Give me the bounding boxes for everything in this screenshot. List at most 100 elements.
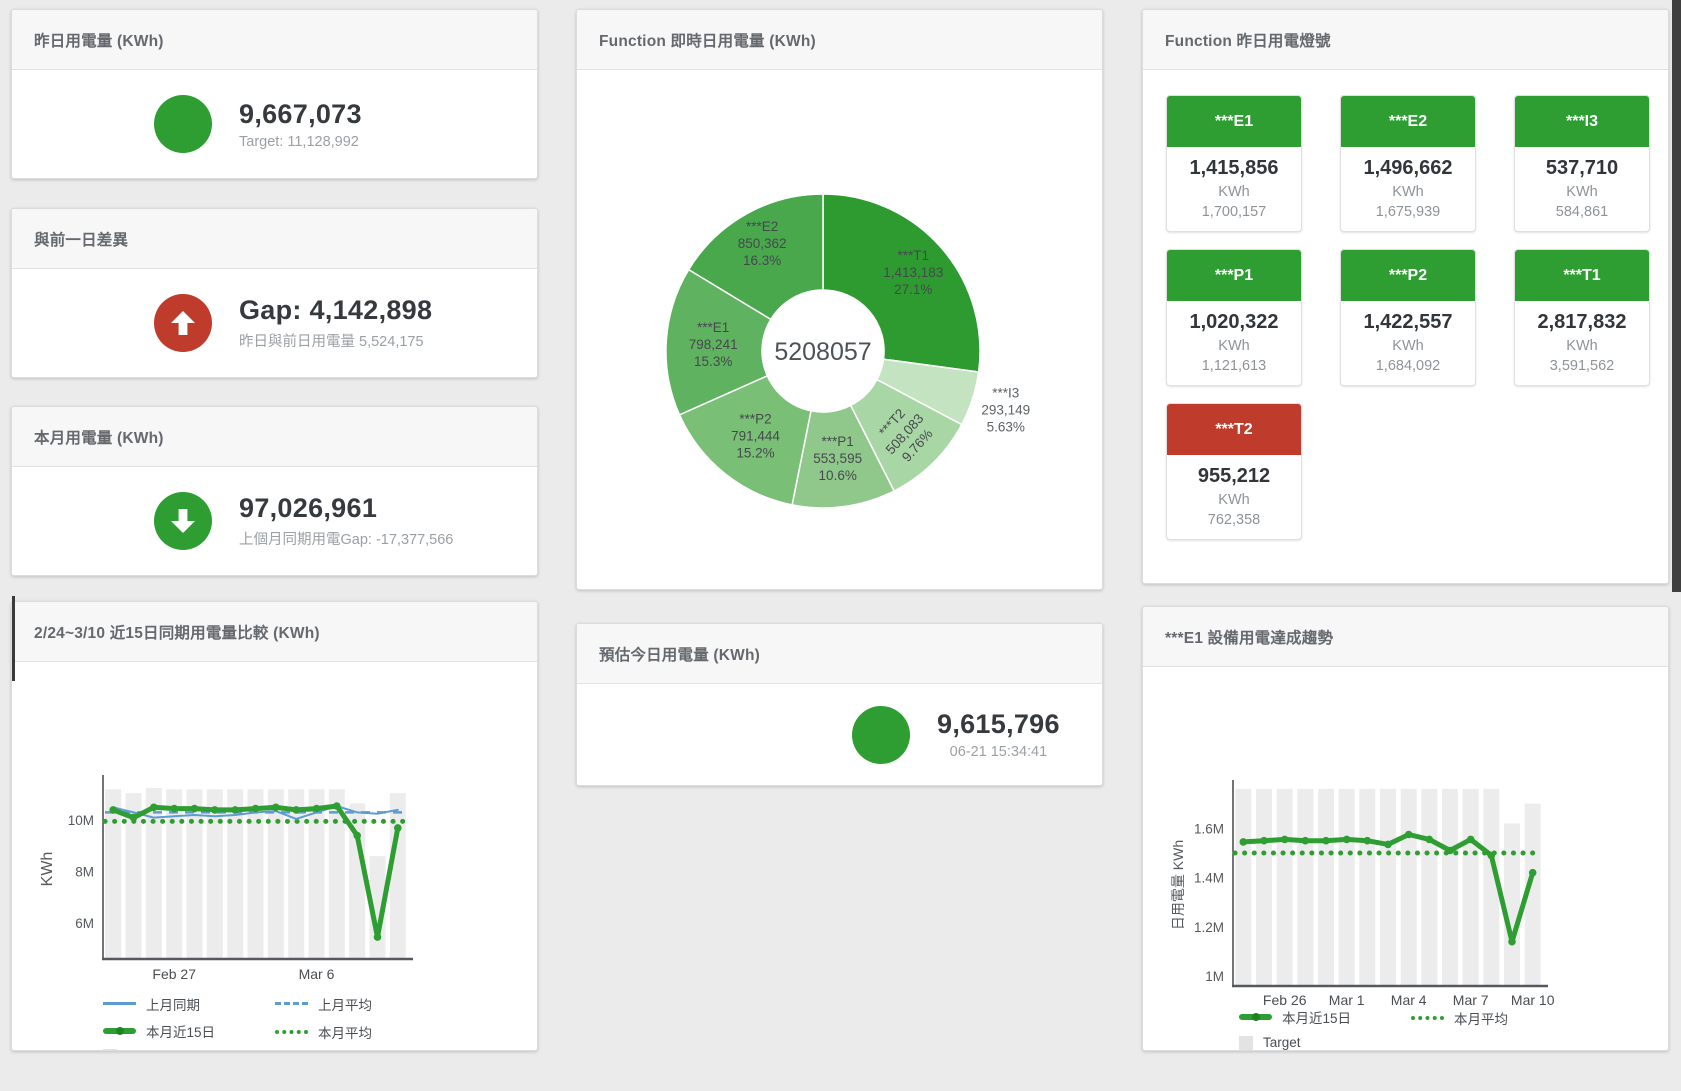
status-circle-green	[852, 706, 910, 764]
light-tile-value: 1,496,662	[1345, 157, 1471, 180]
e1-trend-legend: 本月近15日 本月平均 Target	[1239, 1007, 1583, 1050]
legend-swatch-green-thick	[103, 1028, 136, 1034]
legend-item[interactable]: 上月同期	[103, 994, 275, 1014]
x-tick-label: Feb 26	[1263, 992, 1307, 1008]
y-tick-label: 1.6M	[1194, 821, 1224, 836]
panel-yesterday-lights: Function 昨日用電燈號 ***E11,415,856KWh1,700,1…	[1142, 9, 1669, 584]
yesterday-usage-target: Target: 11,128,992	[239, 134, 362, 150]
yesterday-usage-value: 9,667,073	[239, 99, 362, 130]
compare-chart-legend: 上月同期 上月平均本月近15日 本月平均 Target	[103, 992, 447, 1050]
light-tile-T2[interactable]: ***T2955,212KWh762,358	[1166, 403, 1302, 540]
panel-title: 昨日用電量 (KWh)	[34, 29, 164, 51]
light-tile-target: 1,684,092	[1345, 358, 1471, 374]
x-tick-label: Feb 27	[152, 966, 196, 982]
legend-swatch-green-thick	[1239, 1014, 1272, 1020]
x-tick-label: Mar 7	[1453, 992, 1489, 1008]
light-tile-P1[interactable]: ***P11,020,322KWh1,121,613	[1166, 249, 1302, 386]
panel-month-usage: 本月用電量 (KWh) 97,026,961 上個月同期用電Gap: -17,3…	[11, 406, 538, 576]
light-tile-I3[interactable]: ***I3537,710KWh584,861	[1514, 95, 1650, 232]
light-tile-target: 1,121,613	[1171, 358, 1297, 374]
panel-header: 2/24~3/10 近15日同期用電量比較 (KWh)	[12, 602, 537, 662]
panel-title: Function 昨日用電燈號	[1165, 29, 1331, 51]
panel-header: 昨日用電量 (KWh)	[12, 10, 537, 70]
light-tile-name: ***T2	[1167, 404, 1301, 455]
panel-header: 預估今日用電量 (KWh)	[577, 624, 1102, 684]
legend-item[interactable]: 本月平均	[1411, 1008, 1583, 1028]
y-tick-label: 1.2M	[1194, 920, 1224, 935]
month-usage-value: 97,026,961	[239, 493, 453, 524]
panel-e1-trend-chart: ***E1 設備用電達成趨勢 1M1.2M1.4M1.6M日用電量 KWhFeb…	[1142, 606, 1669, 1051]
light-tile-name: ***P1	[1167, 250, 1301, 301]
status-circle-green	[154, 95, 212, 153]
y-tick-label: 8M	[75, 865, 94, 880]
light-tile-name: ***P2	[1341, 250, 1475, 301]
lights-grid: ***E11,415,856KWh1,700,157***E21,496,662…	[1143, 70, 1668, 540]
light-tile-P2[interactable]: ***P21,422,557KWh1,684,092	[1340, 249, 1476, 386]
e1-trend-line-chart: 1M1.2M1.4M1.6M日用電量 KWhFeb 26Mar 1Mar 4Ma…	[1143, 667, 1668, 1011]
estimate-today-value: 9,615,796	[937, 709, 1060, 740]
legend-item[interactable]: 上月平均	[275, 994, 447, 1014]
legend-item[interactable]: 本月近15日	[103, 1021, 275, 1041]
legend-label: 本月近15日	[146, 1021, 215, 1041]
donut-center-value: 5208057	[774, 338, 871, 366]
legend-swatch-blue-dash	[275, 1002, 308, 1005]
target-bars	[105, 788, 406, 959]
panel-title: Function 即時日用電量 (KWh)	[599, 29, 816, 51]
legend-label: 上月平均	[318, 994, 372, 1014]
light-tile-target: 1,700,157	[1171, 204, 1297, 220]
y-axis-label: KWh	[39, 852, 56, 887]
panel-yesterday-usage: 昨日用電量 (KWh) 9,667,073 Target: 11,128,992	[11, 9, 538, 179]
panel-estimate-today: 預估今日用電量 (KWh) 9,615,796 06-21 15:34:41	[576, 623, 1103, 786]
legend-label: 本月平均	[1454, 1008, 1508, 1028]
legend-label: Target	[127, 1049, 165, 1051]
panel-header: 本月用電量 (KWh)	[12, 407, 537, 467]
day-gap-value: Gap: 4,142,898	[239, 295, 432, 326]
light-tile-name: ***T1	[1515, 250, 1649, 301]
light-tile-E1[interactable]: ***E11,415,856KWh1,700,157	[1166, 95, 1302, 232]
legend-item[interactable]: 本月平均	[275, 1022, 447, 1042]
legend-label: 本月平均	[318, 1022, 372, 1042]
light-tile-value: 537,710	[1519, 157, 1645, 180]
light-tile-value: 2,817,832	[1519, 311, 1645, 334]
light-tile-value: 1,422,557	[1345, 311, 1471, 334]
light-tile-unit: KWh	[1171, 492, 1297, 508]
panel-title: 本月用電量 (KWh)	[34, 426, 164, 448]
y-tick-label: 1M	[1205, 969, 1224, 984]
y-tick-label: 1.4M	[1194, 871, 1224, 886]
status-circle-red	[154, 294, 212, 352]
up-arrow-icon	[167, 307, 199, 339]
light-tile-value: 1,020,322	[1171, 311, 1297, 334]
donut-slice-label: ***I3293,1495.63%	[981, 386, 1030, 435]
day-gap-subtext: 昨日與前日用電量 5,524,175	[239, 330, 432, 351]
panel-header: 與前一日差異	[12, 209, 537, 269]
light-tile-value: 955,212	[1171, 465, 1297, 488]
panel-realtime-donut: Function 即時日用電量 (KWh) ***T11,413,18327.1…	[576, 9, 1103, 590]
legend-item[interactable]: Target	[103, 1049, 275, 1051]
light-tile-value: 1,415,856	[1171, 157, 1297, 180]
legend-item[interactable]: 本月近15日	[1239, 1007, 1411, 1027]
legend-label: Target	[1263, 1035, 1301, 1050]
light-tile-unit: KWh	[1345, 184, 1471, 200]
light-tile-unit: KWh	[1171, 184, 1297, 200]
light-tile-target: 584,861	[1519, 204, 1645, 220]
panel-header: ***E1 設備用電達成趨勢	[1143, 607, 1668, 667]
panel-title: 與前一日差異	[34, 228, 128, 250]
panel-title: ***E1 設備用電達成趨勢	[1165, 626, 1333, 648]
legend-swatch-blue-line	[103, 1002, 136, 1005]
scrollbar-thumb[interactable]	[1672, 0, 1681, 592]
x-tick-label: Mar 10	[1511, 992, 1555, 1008]
light-tile-name: ***E2	[1341, 96, 1475, 147]
light-tile-E2[interactable]: ***E2 1,496,662 KWh 1,675,939	[1340, 95, 1476, 232]
light-tile-target: 1,675,939	[1345, 204, 1471, 220]
legend-item[interactable]: Target	[1239, 1035, 1411, 1050]
legend-swatch-grey-box	[103, 1049, 117, 1050]
y-tick-label: 6M	[75, 916, 94, 931]
panel-15day-compare-chart: 2/24~3/10 近15日同期用電量比較 (KWh) 6M8M10MKWhFe…	[11, 601, 538, 1051]
estimate-timestamp: 06-21 15:34:41	[937, 744, 1060, 760]
month-usage-gap: 上個月同期用電Gap: -17,377,566	[239, 528, 453, 549]
legend-label: 本月近15日	[1282, 1007, 1351, 1027]
compare-line-chart: 6M8M10MKWhFeb 27Mar 6	[12, 662, 537, 987]
x-tick-label: Mar 6	[299, 966, 335, 982]
light-tile-T1[interactable]: ***T12,817,832KWh3,591,562	[1514, 249, 1650, 386]
x-tick-label: Mar 1	[1329, 992, 1365, 1008]
